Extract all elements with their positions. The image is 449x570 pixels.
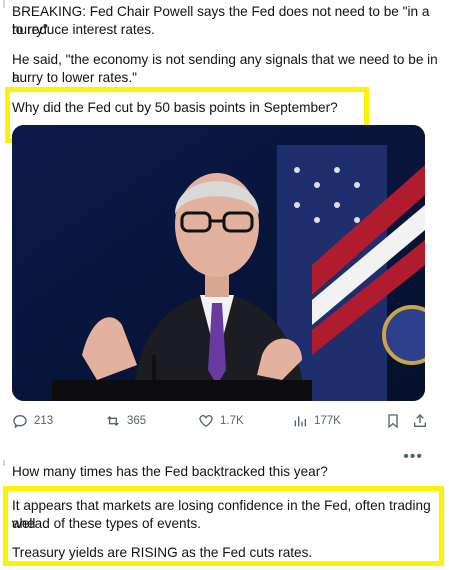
thread-line — [3, 0, 5, 8]
views-button[interactable]: 177K — [292, 410, 341, 432]
views-count: 177K — [314, 415, 341, 427]
tweet-text-line: to reduce interest rates. — [12, 22, 155, 37]
share-button[interactable] — [412, 410, 434, 432]
thread-line — [3, 460, 5, 466]
tweet-text-line: ahead of these types of events. — [12, 516, 201, 531]
heart-icon — [199, 414, 213, 428]
bookmark-icon — [388, 414, 398, 429]
like-button[interactable]: 1.7K — [198, 410, 244, 432]
tweet-photo[interactable] — [12, 125, 425, 401]
tweet-text-line: Treasury yields are RISING as the Fed cu… — [12, 545, 313, 560]
tweet-text-line: How many times has the Fed backtracked t… — [12, 464, 328, 479]
tweet-text-line: hurry to lower rates." — [12, 70, 137, 85]
repost-count: 365 — [127, 415, 147, 427]
tweet-text-line: Why did the Fed cut by 50 basis points i… — [12, 100, 338, 115]
repost-button[interactable]: 365 — [105, 410, 146, 432]
reply-button[interactable]: 213 — [12, 410, 53, 432]
share-icon — [414, 414, 426, 427]
reply-count: 213 — [34, 415, 54, 427]
repost-icon — [107, 416, 119, 426]
like-count: 1.7K — [220, 415, 244, 427]
tweet-actions: 213 365 1.7K 177K — [12, 410, 432, 432]
reply-icon — [13, 414, 27, 429]
bookmark-button[interactable] — [385, 410, 407, 432]
photo-illustration — [12, 125, 425, 401]
analytics-icon — [294, 416, 306, 427]
more-options-icon[interactable]: ••• — [403, 448, 423, 466]
